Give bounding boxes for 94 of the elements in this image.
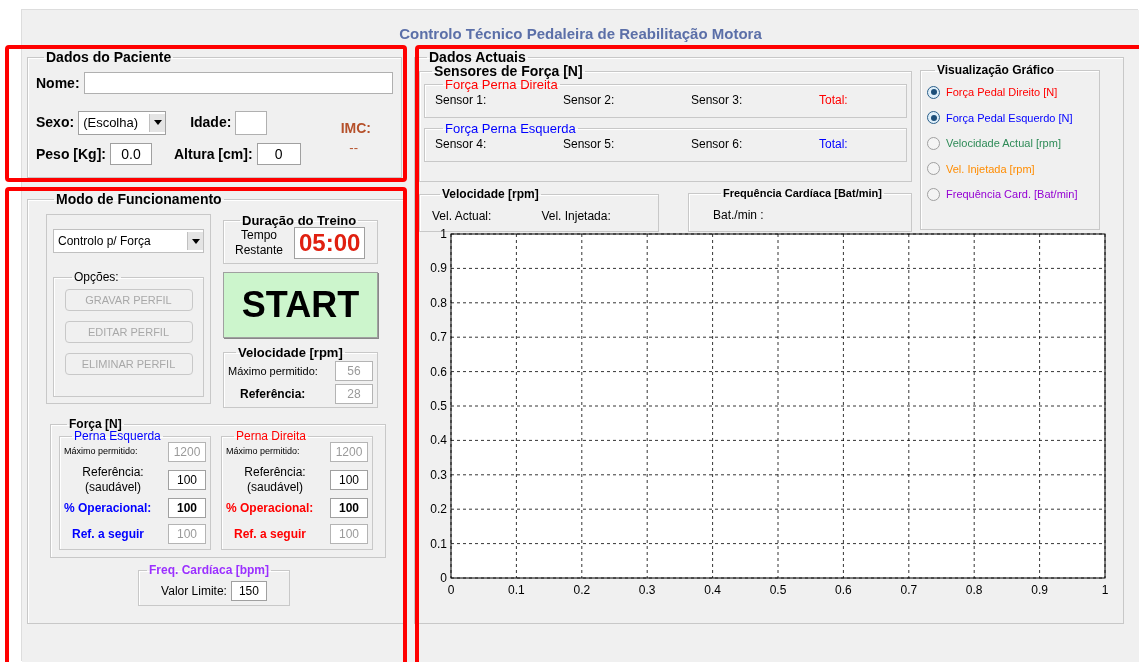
label: Ref. a seguir (233, 526, 307, 543)
timer-display: 05:00 (294, 227, 366, 259)
name-field[interactable] (83, 72, 393, 94)
label: Bat./min : (713, 207, 764, 224)
x-tick-label: 0.5 (769, 583, 787, 597)
x-tick-label: 0.3 (638, 583, 656, 597)
label: % Operacional: (226, 500, 314, 517)
sensor-label: Sensor 3: (691, 92, 744, 109)
group-title: Visualização Gráfico (936, 64, 1056, 76)
x-tick-label: 0.1 (508, 583, 526, 597)
group-title: Perna Direita (235, 430, 308, 442)
label: Idade: (190, 113, 232, 132)
height-field[interactable]: 0 (256, 143, 301, 165)
start-button[interactable]: START (223, 272, 378, 338)
sensor-label: Sensor 1: (435, 92, 488, 109)
label: Valor Limite: (161, 582, 227, 600)
group-title: Força [N] (68, 418, 122, 430)
group-title: Modo de Funcionamento (55, 192, 223, 206)
y-tick-label: 0 (440, 571, 448, 585)
radio-label: Velocidade Actual [rpm] (946, 136, 1061, 151)
label: Referência: (82, 465, 144, 480)
label: Máximo permitido: (226, 445, 300, 459)
label: % Operacional: (64, 500, 152, 517)
x-tick-label: 0.2 (573, 583, 591, 597)
imc-value: -- (349, 139, 358, 158)
label: Máximo permitido: (64, 445, 138, 459)
dropdown-value: (Escolha) (83, 113, 139, 132)
y-tick-label: 0.1 (430, 536, 448, 551)
label: Referência: (244, 465, 306, 480)
x-tick-label: 1 (1101, 583, 1109, 597)
radio-option[interactable]: Força Pedal Direito [N] (927, 84, 1093, 101)
radio-option[interactable]: Frequência Card. [Bat/min] (927, 186, 1093, 203)
y-tick-label: 0.6 (430, 364, 448, 379)
total-label: Total: (819, 92, 848, 109)
x-tick-label: 0.7 (900, 583, 918, 597)
sensor-label: Sensor 4: (435, 136, 488, 153)
weight-field[interactable]: 0.0 (110, 143, 152, 165)
radio-option[interactable]: Força Pedal Esquerdo [N] (927, 109, 1093, 126)
label: Máximo permitido: (228, 363, 318, 379)
sensor-label: Sensor 6: (691, 136, 744, 153)
group-title: Dados Actuais (428, 50, 527, 64)
label: Ref. a seguir (71, 526, 145, 543)
label: Vel. Actual: (432, 207, 492, 225)
radio-label: Força Pedal Direito [N] (946, 85, 1058, 100)
group-title: Perna Esquerda (74, 430, 162, 442)
y-tick-label: 1 (440, 227, 448, 241)
group-title: Frequência Cardíaca [Bat/min] (722, 188, 883, 199)
y-tick-label: 0.2 (430, 502, 448, 517)
dropdown-value: Controlo p/ Força (58, 233, 151, 250)
timer-label: Tempo Restante (234, 228, 284, 258)
sensor-label: Sensor 5: (563, 136, 616, 153)
group-title: Opções: (73, 271, 120, 283)
label: Peso [Kg]: (36, 144, 106, 164)
label: Vel. Injetada: (541, 207, 611, 225)
y-tick-label: 0.5 (430, 399, 448, 413)
x-tick-label: 0.8 (965, 583, 983, 597)
y-tick-label: 0.9 (430, 261, 448, 276)
group-title: Força Perna Esquerda (444, 122, 577, 135)
sex-dropdown[interactable]: (Escolha) (78, 110, 167, 135)
label: Sexo: (36, 113, 75, 132)
label: Referência: (239, 386, 306, 403)
group-title: Freq. Cardíaca [bpm] (148, 564, 271, 576)
input-field[interactable]: 100 (168, 498, 206, 518)
label: (saudável) (247, 480, 303, 495)
y-tick-label: 0.3 (430, 467, 448, 482)
total-label: Total: (819, 136, 848, 153)
window-title: Controlo Técnico Pedaleira de Reabilitação Motora (399, 23, 762, 44)
label: (saudável) (85, 480, 141, 495)
group-title: Velocidade [rpm] (237, 346, 344, 359)
radio-label: Força Pedal Esquerdo [N] (946, 110, 1073, 126)
radio-label: Vel. Injetada [rpm] (946, 161, 1035, 177)
x-tick-label: 0.9 (1031, 583, 1049, 597)
group-title: Dados do Paciente (45, 50, 173, 64)
group-title: Sensores de Força [N] (433, 64, 584, 78)
control-mode-dropdown[interactable]: Controlo p/ Força (53, 229, 204, 253)
imc-label: IMC: (340, 119, 371, 138)
group-title: Duração do Treino (241, 214, 358, 227)
label: Nome: (36, 73, 80, 93)
label: Altura [cm]: (174, 144, 253, 164)
radio-option[interactable]: Velocidade Actual [rpm] (927, 135, 1093, 152)
input-field[interactable]: 150 (230, 580, 267, 601)
x-tick-label: 0.6 (835, 583, 853, 597)
x-tick-label: 0.4 (704, 583, 722, 597)
input-field[interactable]: 100 (330, 470, 368, 490)
group-title: Força Perna Direita (444, 78, 558, 91)
y-tick-label: 0.8 (430, 295, 448, 310)
input-field[interactable]: 100 (330, 498, 368, 518)
group-title: Velocidade [rpm] (441, 188, 540, 200)
y-tick-label: 0.4 (430, 433, 448, 448)
y-tick-label: 0.7 (430, 330, 448, 345)
input-field[interactable]: 100 (168, 470, 206, 490)
radio-label: Frequência Card. [Bat/min] (946, 187, 1078, 202)
sensor-label: Sensor 2: (563, 92, 616, 109)
age-field[interactable] (235, 110, 268, 135)
